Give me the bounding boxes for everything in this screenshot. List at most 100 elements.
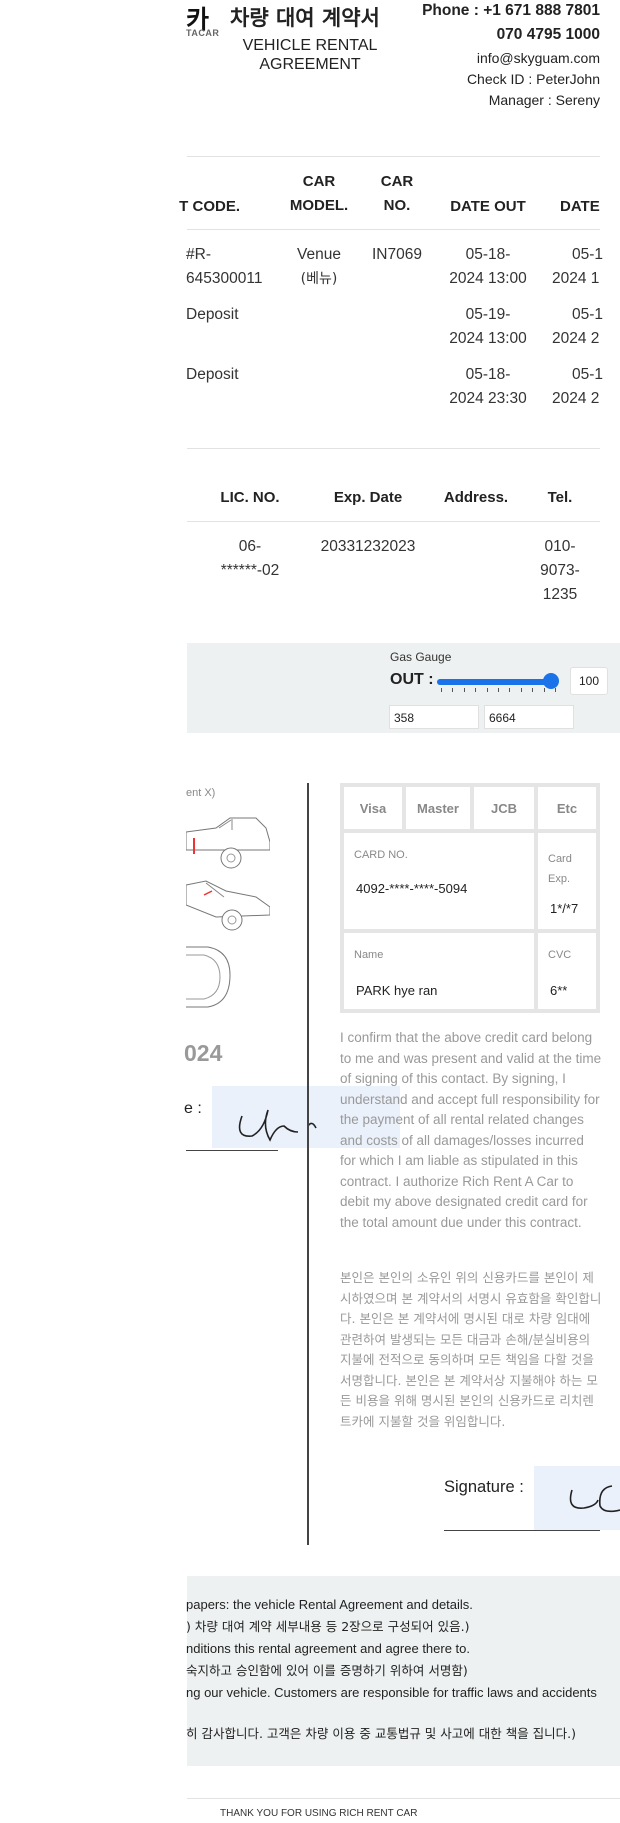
license-number: 06- ******-02 — [210, 535, 290, 583]
damage-caption: ent X) — [186, 787, 216, 799]
gas-gauge-slider[interactable] — [437, 672, 567, 696]
row3-date-out-line2: 2024 23:30 — [449, 390, 527, 407]
title-korean: 차량 대여 계약서 — [230, 6, 380, 30]
card-holder-name: PARK hye ran — [356, 983, 438, 998]
divider — [187, 1798, 620, 1799]
notice-line2: nditions this rental agreement and agree… — [186, 1641, 471, 1656]
signature-pad[interactable] — [534, 1466, 620, 1530]
col-header-address: Address. — [443, 489, 509, 506]
divider — [187, 229, 600, 230]
left-signature-line — [186, 1150, 278, 1151]
slider-tick — [543, 688, 545, 692]
mileage-out-field[interactable]: 358 — [389, 705, 479, 729]
notice-line3-korean: 히 감사합니다. 고객은 차량 이용 중 교통법규 및 사고에 대한 책을 집니… — [186, 1726, 577, 1741]
slider-fill — [437, 679, 551, 685]
col-header-car2: CAR — [380, 173, 414, 190]
phone-number: Phone : +1 671 888 7801 — [422, 2, 600, 19]
row1-model-line1: Venue — [297, 246, 341, 263]
divider — [187, 448, 600, 449]
card-name-cell: Name PARK hye ran — [342, 931, 536, 1011]
signature-label: Signature : — [444, 1478, 524, 1496]
col-header-car: CAR — [302, 173, 336, 190]
license-number-line1: 06- — [238, 538, 262, 555]
row3-date-in: 05-1 2024 2 — [552, 363, 620, 411]
slider-tick — [441, 688, 442, 692]
slider-tick — [532, 688, 534, 692]
row2-date-out-line2: 2024 13:00 — [449, 330, 527, 347]
row1-code-line2: 645300011 — [186, 270, 263, 287]
row1-model-line2: (베뉴) — [300, 271, 338, 287]
row1-date-out-line1: 05-18- — [465, 246, 511, 263]
col-header-lic-no: LIC. NO. — [220, 489, 280, 506]
col-header-tel: Tel. — [547, 489, 573, 506]
gauge-out-label: OUT : — [390, 671, 434, 688]
card-name-label: Name — [354, 949, 384, 961]
row2-date-out-line1: 05-19- — [465, 306, 511, 323]
license-number-line2: ******-02 — [220, 562, 280, 579]
col-header-date-in: DATE — [560, 198, 600, 215]
card-type-visa[interactable]: Visa — [342, 785, 404, 831]
row3-code: Deposit — [186, 366, 239, 383]
row3-date-in-line2: 2024 2 — [552, 390, 600, 407]
card-cvc-cell: CVC 6** — [536, 931, 598, 1011]
row2-date-in-line1: 05-1 — [572, 306, 604, 323]
section-divider — [307, 783, 309, 1545]
card-exp: 1*/*7 — [550, 901, 579, 916]
slider-ticks — [441, 688, 556, 693]
notice-line2-korean: 숙지하고 승인함에 있어 이를 증명하기 위하여 서명함) — [186, 1663, 468, 1678]
col-header-model: MODEL. — [289, 197, 349, 214]
row2-date-in-line2: 2024 2 — [552, 330, 600, 347]
check-id: Check ID : PeterJohn — [466, 71, 600, 87]
mileage-in-field[interactable]: 6664 — [484, 705, 574, 729]
row1-date-in-line2: 2024 1 — [552, 270, 600, 287]
row1-code: #R- 645300011 — [186, 243, 262, 291]
slider-tick — [555, 688, 556, 692]
card-type-etc[interactable]: Etc — [536, 785, 598, 831]
row3-date-out: 05-18- 2024 23:30 — [444, 363, 532, 411]
card-cvc-label: CVC — [548, 949, 572, 961]
gauge-value-box[interactable]: 100 — [570, 667, 608, 695]
title-english: VEHICLE RENTAL AGREEMENT — [242, 37, 378, 73]
col-header-car-model: CAR MODEL. — [286, 170, 352, 218]
notice-line1: papers: the vehicle Rental Agreement and… — [186, 1597, 473, 1612]
col-header-date-out: DATE OUT — [450, 198, 526, 215]
thank-you-text: THANK YOU FOR USING RICH RENT CAR — [220, 1808, 418, 1819]
notice-line3: ng our vehicle. Customers are responsibl… — [186, 1685, 597, 1700]
license-tel-line2: 9073- — [540, 562, 580, 579]
slider-tick — [452, 688, 454, 692]
card-number-label: CARD NO. — [354, 849, 408, 861]
gas-gauge-label: Gas Gauge — [390, 650, 452, 664]
confirm-text-korean: 본인은 본인의 소유인 위의 신용카드를 본인이 제시하였으며 본 계약서의 서… — [340, 1270, 602, 1429]
date-fragment: 024 — [184, 1040, 223, 1066]
car-side-diagram — [186, 817, 270, 869]
left-signature-label: e : — [184, 1100, 202, 1117]
email: info@skyguam.com — [476, 50, 600, 66]
license-tel-line3: 1235 — [542, 586, 578, 603]
card-type-master[interactable]: Master — [404, 785, 472, 831]
card-exp-label-2: Exp. — [548, 873, 571, 885]
slider-tick — [509, 688, 511, 692]
license-tel-line1: 010- — [544, 538, 576, 555]
manager: Manager : Sereny — [488, 92, 600, 108]
row1-code-line1: #R- — [186, 246, 211, 263]
phone-number-2: 070 4795 1000 — [496, 26, 600, 43]
slider-tick — [486, 688, 488, 692]
row1-date-in-line1: 05-1 — [572, 246, 604, 263]
col-header-car-no: CAR NO. — [372, 170, 422, 218]
card-cvc: 6** — [550, 983, 568, 998]
row1-car-no: IN7069 — [372, 246, 422, 263]
slider-tick — [475, 688, 477, 692]
row1-date-out: 05-18- 2024 13:00 — [444, 243, 532, 291]
card-number-cell: CARD NO. 4092-****-****-5094 — [342, 831, 536, 931]
notice-line1-korean: ) 차량 대여 계약 세부내용 등 2장으로 구성되어 있음.) — [186, 1619, 470, 1634]
license-tel: 010- 9073- 1235 — [535, 535, 585, 607]
slider-tick — [463, 688, 465, 692]
card-exp-cell: Card Exp. 1*/*7 — [536, 831, 598, 931]
signature-stroke — [569, 1485, 620, 1513]
slider-thumb[interactable] — [543, 673, 559, 689]
car-top-diagram — [186, 946, 231, 1008]
row2-date-in: 05-1 2024 2 — [552, 303, 620, 351]
confirm-text-english: I confirm that the above credit card bel… — [340, 1030, 602, 1230]
signature-line — [444, 1530, 600, 1531]
card-type-jcb[interactable]: JCB — [472, 785, 536, 831]
